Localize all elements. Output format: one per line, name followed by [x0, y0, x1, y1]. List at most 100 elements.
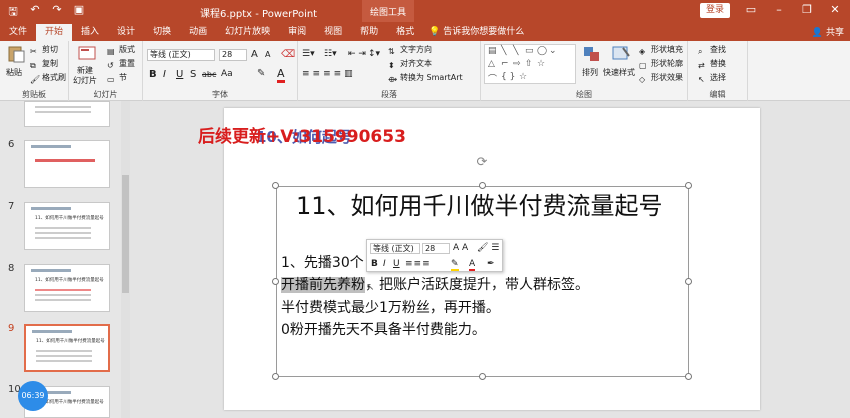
new-slide-label2[interactable]: 幻灯片	[73, 75, 97, 86]
strikethrough-button[interactable]: abc	[202, 70, 216, 79]
resize-handle-w[interactable]	[272, 278, 279, 285]
grow-font-button[interactable]: A	[251, 49, 258, 60]
triangle-shape-icon[interactable]: △	[488, 59, 495, 69]
tab-insert[interactable]: 插入	[72, 24, 108, 41]
line-shape-icon[interactable]: ╲	[501, 46, 506, 56]
highlight-icon[interactable]: ✎	[257, 68, 265, 79]
font-color-icon[interactable]: A	[277, 67, 285, 83]
tab-slideshow[interactable]: 幻灯片放映	[216, 24, 279, 41]
align-text-button[interactable]: ⬍ 对齐文本	[388, 58, 432, 71]
rect-shape-icon[interactable]: ▭	[525, 46, 534, 56]
resize-handle-ne[interactable]	[685, 182, 692, 189]
undo-icon[interactable]: ↶	[28, 3, 42, 22]
mini-align-icons[interactable]: ≡≡≡	[405, 259, 431, 269]
star-shape-icon[interactable]: ☆	[537, 59, 545, 69]
bullets-icon[interactable]: ☰▾	[302, 49, 315, 59]
mini-bold-icon[interactable]: B	[371, 259, 378, 269]
selected-text[interactable]: 开播前先养粉	[281, 277, 365, 293]
slide-thumbnail-9[interactable]: 11、如何用千川做半付费流量起号	[24, 324, 110, 372]
tab-view[interactable]: 视图	[315, 24, 351, 41]
slide-thumbnail-6[interactable]	[24, 140, 110, 188]
body-line-2[interactable]: 开播前先养粉，把账户活跃度提升，带人群标签。	[281, 274, 589, 294]
body-line-3[interactable]: 半付费模式最少1万粉丝，再开播。	[281, 297, 500, 317]
tab-review[interactable]: 审阅	[279, 24, 315, 41]
shape-fill-button[interactable]: ◈ 形状填充	[639, 44, 683, 57]
rotate-handle-icon[interactable]: ⟳	[475, 156, 489, 170]
tab-transitions[interactable]: 切换	[144, 24, 180, 41]
minimize-icon[interactable]: –	[768, 3, 790, 16]
mini-highlight-icon[interactable]: ✎	[451, 259, 459, 271]
resize-handle-se[interactable]	[685, 373, 692, 380]
save-icon[interactable]: 🖫	[6, 3, 20, 22]
mini-font-name[interactable]: 等线 (正文)	[370, 243, 420, 254]
scrollbar-thumb[interactable]	[122, 175, 129, 293]
tab-format[interactable]: 格式	[387, 24, 423, 41]
mini-brush-icon[interactable]: 🖌 ☰	[477, 243, 499, 253]
arrow-shape-icon[interactable]: ⇨	[513, 59, 521, 69]
italic-button[interactable]: I	[163, 69, 166, 80]
restore-icon[interactable]: ❐	[796, 3, 818, 16]
slide-thumbnail-5[interactable]	[24, 101, 110, 127]
slide-thumbnail-7[interactable]: 11、如何用千川做半付费流量起号	[24, 202, 110, 250]
find-button[interactable]: ⌕ 查找	[698, 44, 726, 57]
change-case-button[interactable]: Aa	[221, 69, 233, 79]
panel-scrollbar[interactable]	[121, 101, 130, 418]
select-button[interactable]: ↖ 选择	[698, 72, 726, 85]
resize-handle-s[interactable]	[479, 373, 486, 380]
mini-font-size[interactable]: 28	[422, 243, 450, 254]
reset-button[interactable]: ↺ 重置	[107, 58, 135, 71]
quick-styles-button[interactable]: 快速样式	[603, 67, 635, 78]
body-line-1[interactable]: 1、先播30个	[281, 252, 364, 272]
clear-format-icon[interactable]: ⌫	[281, 49, 295, 60]
close-icon[interactable]: ✕	[824, 3, 846, 16]
arrange-button[interactable]: 排列	[582, 67, 598, 78]
bracket-shape-icon[interactable]: ☆	[519, 72, 527, 82]
resize-handle-nw[interactable]	[272, 182, 279, 189]
line2-shape-icon[interactable]: ╲	[513, 46, 518, 56]
font-name-combo[interactable]: 等线 (正文)	[147, 49, 215, 61]
section-button[interactable]: ▭ 节	[107, 72, 127, 85]
new-slide-icon[interactable]	[77, 45, 97, 63]
curve-shape-icon[interactable]: ⌒	[488, 72, 497, 85]
text-direction-button[interactable]: ⇅ 文字方向	[388, 44, 432, 57]
tell-me-search[interactable]: 💡 告诉我你想要做什么	[429, 24, 524, 41]
mini-italic-icon[interactable]: I	[383, 259, 386, 269]
body-line-4[interactable]: 0粉开播先天不具备半付费能力。	[281, 319, 486, 339]
tab-help[interactable]: 帮助	[351, 24, 387, 41]
share-button[interactable]: 👤 共享	[812, 25, 844, 38]
tab-file[interactable]: 文件	[0, 24, 36, 41]
paste-icon[interactable]	[6, 45, 26, 63]
resize-handle-sw[interactable]	[272, 373, 279, 380]
mini-underline-icon[interactable]: U	[393, 259, 400, 269]
shape-effects-button[interactable]: ◇ 形状效果	[639, 72, 683, 85]
quick-styles-icon[interactable]	[611, 45, 631, 63]
bold-button[interactable]: B	[149, 69, 157, 80]
line-spacing-icon[interactable]: ↕▾	[368, 49, 380, 59]
mini-grow-icon[interactable]: A A	[453, 243, 468, 253]
arrange-icon[interactable]	[582, 45, 602, 63]
font-size-combo[interactable]: 28	[219, 49, 247, 61]
cut-button[interactable]: ✂ 剪切	[30, 44, 58, 57]
more-shapes-icon[interactable]: ⌄	[549, 46, 557, 56]
textbox-shape-icon[interactable]: ▤	[488, 46, 497, 56]
paste-button[interactable]: 粘贴	[6, 67, 22, 78]
smartart-button[interactable]: ⟴ 转换为 SmartArt	[388, 72, 463, 85]
shape-outline-button[interactable]: ▢ 形状轮廓	[639, 58, 683, 71]
replace-button[interactable]: ⇄ 替换	[698, 58, 726, 71]
alignment-icons[interactable]: ≡≡≡≡▥	[302, 69, 356, 79]
copy-button[interactable]: ⧉ 复制	[30, 58, 58, 71]
tab-animations[interactable]: 动画	[180, 24, 216, 41]
login-button[interactable]: 登录	[700, 3, 730, 18]
indent-icons[interactable]: ⇤ ⇥	[348, 49, 366, 59]
shapes-gallery[interactable]: ▤ ╲ ╲ ▭ ◯ ⌄ △ ⌐ ⇨ ⇧ ☆ ⌒ { } ☆	[484, 44, 576, 85]
corner-shape-icon[interactable]: ⌐	[501, 59, 509, 69]
mini-font-color-icon[interactable]: A	[469, 259, 476, 271]
layout-button[interactable]: ▤ 版式	[107, 44, 135, 57]
slide-thumbnail-8[interactable]: 11、如何用千川做半付费流量起号	[24, 264, 110, 312]
shrink-font-button[interactable]: A	[265, 50, 270, 59]
shadow-button[interactable]: S	[190, 69, 196, 80]
tab-home[interactable]: 开始	[36, 24, 73, 41]
resize-handle-e[interactable]	[685, 278, 692, 285]
ribbon-display-icon[interactable]: ▭	[740, 3, 762, 16]
tab-design[interactable]: 设计	[108, 24, 144, 41]
